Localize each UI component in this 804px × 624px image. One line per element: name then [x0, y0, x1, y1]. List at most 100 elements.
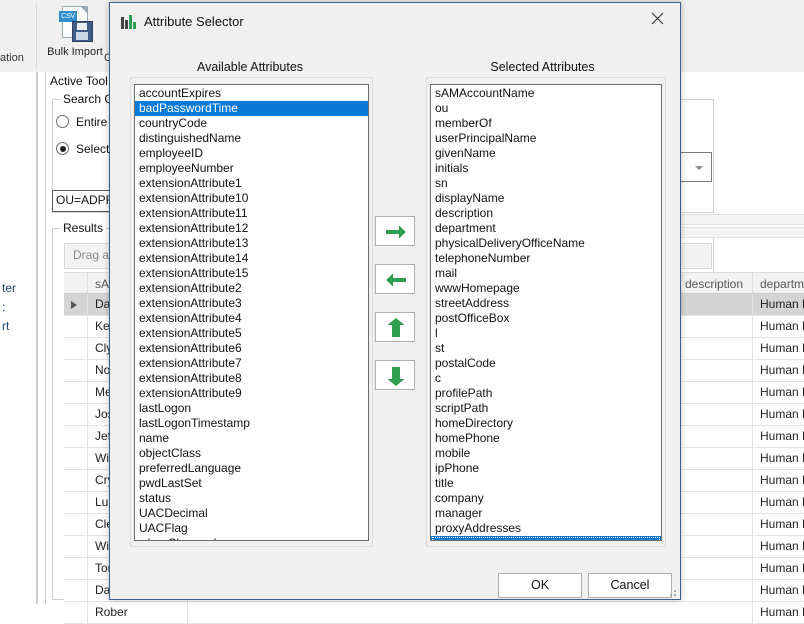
list-item[interactable]: employeeNumber	[135, 161, 368, 176]
sidebar-link-1[interactable]: ter	[2, 281, 16, 295]
list-item[interactable]: homeDirectory	[431, 416, 661, 431]
cell-department: Human Re	[760, 517, 804, 531]
radio-select-ou[interactable]	[56, 142, 69, 155]
list-item[interactable]: st	[431, 341, 661, 356]
dialog-titlebar[interactable]: Attribute Selector	[110, 3, 680, 41]
list-item[interactable]: displayName	[431, 191, 661, 206]
list-item[interactable]: extensionAttribute2	[135, 281, 368, 296]
list-item[interactable]: userPrincipalName	[431, 131, 661, 146]
list-item[interactable]: UACFlag	[135, 521, 368, 536]
list-item[interactable]: description	[431, 206, 661, 221]
row-selector-cell[interactable]	[64, 360, 88, 381]
row-selector-cell[interactable]	[64, 492, 88, 513]
row-selector-cell[interactable]	[64, 470, 88, 491]
move-left-button[interactable]	[375, 264, 415, 294]
list-item[interactable]: extensionAttribute11	[135, 206, 368, 221]
list-item[interactable]: ou	[431, 101, 661, 116]
list-item[interactable]: initials	[431, 161, 661, 176]
list-item[interactable]: telephoneNumber	[431, 251, 661, 266]
list-item[interactable]: scriptPath	[431, 401, 661, 416]
list-item[interactable]: lastLogonTimestamp	[135, 416, 368, 431]
row-selector-cell[interactable]	[64, 316, 88, 337]
list-item[interactable]: name	[135, 431, 368, 446]
list-item[interactable]: company	[431, 491, 661, 506]
list-item[interactable]: extensionAttribute14	[135, 251, 368, 266]
list-item[interactable]: postOfficeBox	[431, 311, 661, 326]
list-item[interactable]: extensionAttribute7	[135, 356, 368, 371]
list-item[interactable]: mail	[431, 266, 661, 281]
list-item[interactable]: sAMAccountName	[431, 86, 661, 101]
ou-path-input[interactable]: OU=ADPR	[52, 190, 112, 212]
list-item[interactable]: whenChanged	[135, 536, 368, 540]
row-selector-cell[interactable]	[64, 382, 88, 403]
list-item[interactable]: extensionAttribute5	[135, 326, 368, 341]
move-down-button[interactable]	[375, 360, 415, 390]
row-selector-cell[interactable]	[64, 580, 88, 601]
row-selector-cell[interactable]	[64, 602, 88, 623]
list-item[interactable]: employeeID	[135, 146, 368, 161]
bulk-import-button[interactable]: CSV Bulk Import	[36, 4, 114, 58]
ok-button[interactable]: OK	[498, 573, 582, 598]
list-item[interactable]: extensionAttribute12	[135, 221, 368, 236]
cancel-button[interactable]: Cancel	[588, 573, 672, 598]
sidebar-link-3[interactable]: rt	[2, 319, 9, 333]
list-item[interactable]: preferredLanguage	[135, 461, 368, 476]
row-selector-cell[interactable]	[64, 338, 88, 359]
list-item[interactable]: proxyAddresses	[431, 521, 661, 536]
row-selector-cell[interactable]	[64, 448, 88, 469]
list-item[interactable]: postalCode	[431, 356, 661, 371]
row-selector-cell[interactable]	[64, 404, 88, 425]
list-item[interactable]: department	[431, 221, 661, 236]
list-item[interactable]: extensionAttribute10	[135, 191, 368, 206]
row-selector-cell[interactable]	[64, 558, 88, 579]
list-item[interactable]: sn	[431, 176, 661, 191]
selected-attributes-listbox[interactable]: sAMAccountName ou memberOf userPrincipalNam…	[430, 84, 662, 541]
list-item[interactable]: countryCode	[135, 116, 368, 131]
list-item[interactable]: extensionAttribute8	[135, 371, 368, 386]
list-item[interactable]: UACDecimal	[135, 506, 368, 521]
move-up-button[interactable]	[375, 312, 415, 342]
list-item[interactable]: title	[431, 476, 661, 491]
list-item[interactable]: extensionAttribute13	[135, 236, 368, 251]
list-item[interactable]: homePhone	[431, 431, 661, 446]
list-item[interactable]: distinguishedName	[135, 131, 368, 146]
list-item[interactable]: l	[431, 326, 661, 341]
active-tool-label: Active Tool	[50, 74, 108, 88]
list-item[interactable]: lastLogon	[135, 401, 368, 416]
list-item[interactable]: extensionAttribute9	[135, 386, 368, 401]
row-selector-cell[interactable]	[64, 514, 88, 535]
list-item[interactable]: givenName	[431, 146, 661, 161]
list-item[interactable]: physicalDeliveryOfficeName	[431, 236, 661, 251]
list-item[interactable]: memberOf	[431, 116, 661, 131]
close-icon[interactable]	[635, 3, 680, 33]
table-row[interactable]: Rober Human Re	[64, 602, 804, 624]
list-item[interactable]: accountExpires	[135, 86, 368, 101]
list-item[interactable]: ipPhone	[431, 461, 661, 476]
list-item[interactable]: extensionAttribute15	[135, 266, 368, 281]
list-item[interactable]: extensionAttribute4	[135, 311, 368, 326]
grid-header-department[interactable]: departmen	[753, 273, 804, 293]
list-item[interactable]: status	[135, 491, 368, 506]
list-item[interactable]: pwdLastSet	[135, 476, 368, 491]
list-item[interactable]: c	[431, 371, 661, 386]
sidebar-link-2[interactable]: :	[2, 300, 5, 314]
row-selector-cell[interactable]	[64, 426, 88, 447]
list-item[interactable]: mobile	[431, 446, 661, 461]
list-item[interactable]: co	[431, 536, 661, 540]
grid-header-description[interactable]: description	[678, 273, 753, 293]
row-selector-cell[interactable]	[64, 536, 88, 557]
list-item[interactable]: extensionAttribute1	[135, 176, 368, 191]
list-item[interactable]: extensionAttribute6	[135, 341, 368, 356]
resize-grip[interactable]	[666, 586, 676, 596]
list-item[interactable]: wwwHomepage	[431, 281, 661, 296]
list-item[interactable]: badPasswordTime	[135, 101, 368, 116]
list-item[interactable]: extensionAttribute3	[135, 296, 368, 311]
list-item[interactable]: profilePath	[431, 386, 661, 401]
list-item[interactable]: manager	[431, 506, 661, 521]
list-item[interactable]: objectClass	[135, 446, 368, 461]
available-attributes-listbox[interactable]: accountExpires badPasswordTime countryCode…	[134, 84, 369, 541]
move-right-button[interactable]	[375, 216, 415, 246]
list-item[interactable]: streetAddress	[431, 296, 661, 311]
radio-entire-directory[interactable]	[56, 115, 69, 128]
row-selector-cell[interactable]	[64, 294, 88, 315]
